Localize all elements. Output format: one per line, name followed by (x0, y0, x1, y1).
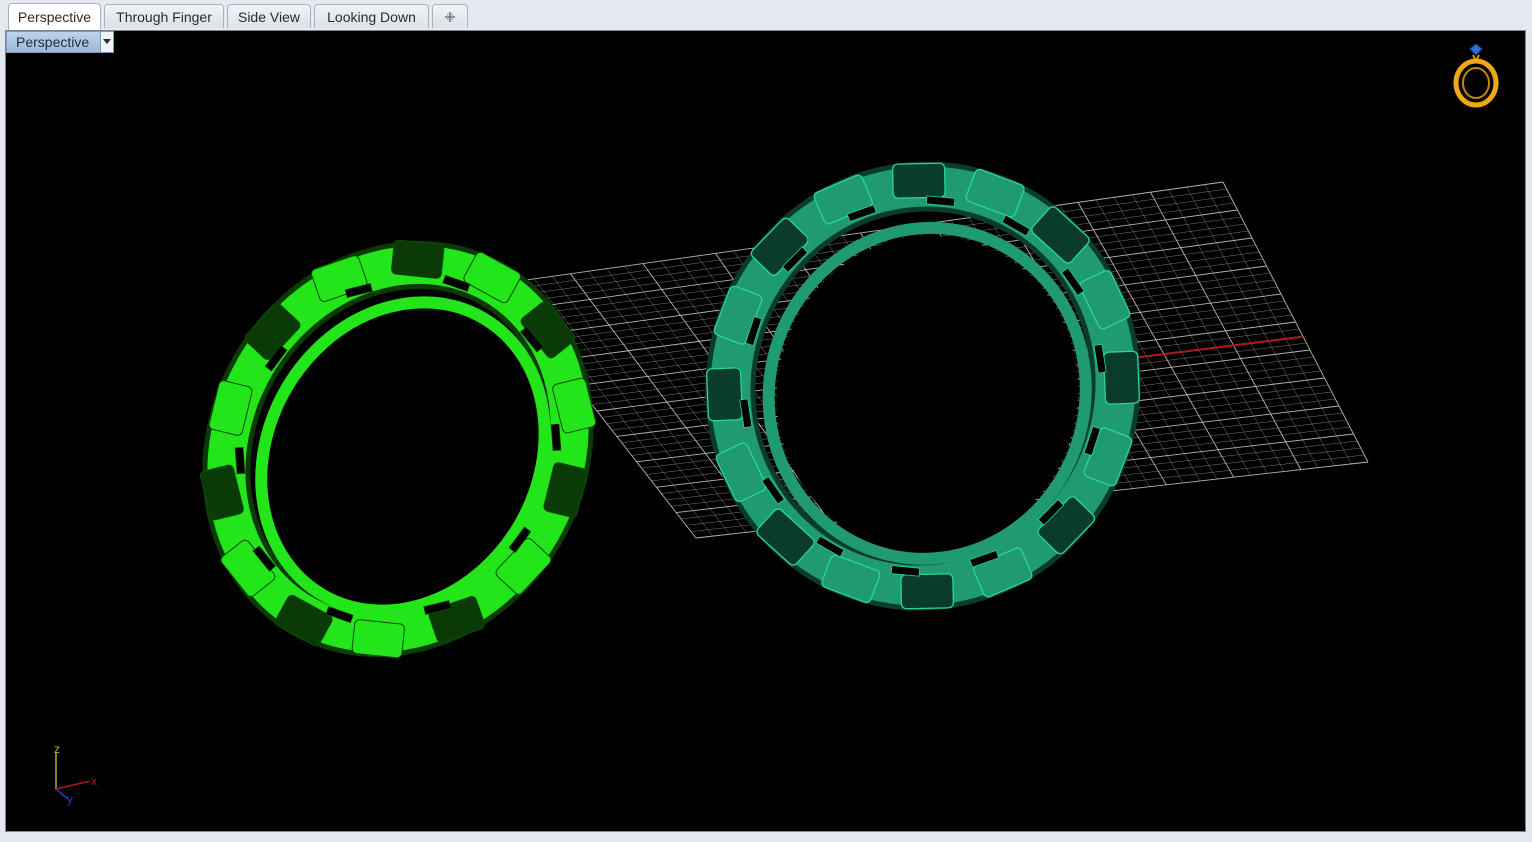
tab-perspective[interactable]: Perspective (8, 3, 101, 30)
tab-side-view[interactable]: Side View (227, 4, 311, 28)
axis-orientation-widget: z x y (54, 742, 97, 806)
ring-segment (351, 619, 405, 659)
ring-cutout (550, 423, 562, 451)
add-tab-button[interactable] (432, 4, 468, 28)
ring-icon (1453, 43, 1499, 108)
axis-x-label: x (91, 774, 97, 788)
tab-label: Looking Down (327, 8, 416, 25)
grid-line (1186, 186, 1335, 466)
viewport-title-button[interactable]: Perspective (6, 31, 114, 53)
tab-through-finger[interactable]: Through Finger (104, 4, 224, 28)
plus-icon (445, 11, 455, 22)
ring-right-rendered[interactable] (686, 143, 1160, 629)
scene-canvas (160, 143, 1369, 696)
viewport-title: Perspective (16, 34, 90, 50)
ring-segment (1102, 350, 1141, 405)
grid-line (1168, 189, 1318, 468)
ring-segment (891, 162, 946, 199)
grid-line (1204, 184, 1352, 465)
ring-segment (705, 367, 744, 422)
tab-label: Side View (237, 8, 300, 25)
ring-segment (900, 573, 955, 610)
axis-y-label: y (67, 792, 73, 806)
grid-line (1222, 181, 1369, 463)
tab-label: Perspective (17, 9, 92, 25)
perspective-viewport[interactable]: Perspective z x y (5, 30, 1526, 832)
ring-segment (391, 239, 445, 279)
tab-looking-down[interactable]: Looking Down (314, 4, 429, 28)
grid-line (1150, 191, 1302, 470)
ring-cutout (234, 447, 246, 475)
window-bottom-border (0, 832, 1532, 842)
view-tab-bar: Perspective Through Finger Side View Loo… (0, 0, 1532, 30)
ring-left-shaded[interactable] (160, 202, 636, 696)
tab-label: Through Finger (116, 8, 212, 25)
chevron-down-icon[interactable] (100, 32, 113, 52)
axis-z-label: z (54, 742, 60, 756)
